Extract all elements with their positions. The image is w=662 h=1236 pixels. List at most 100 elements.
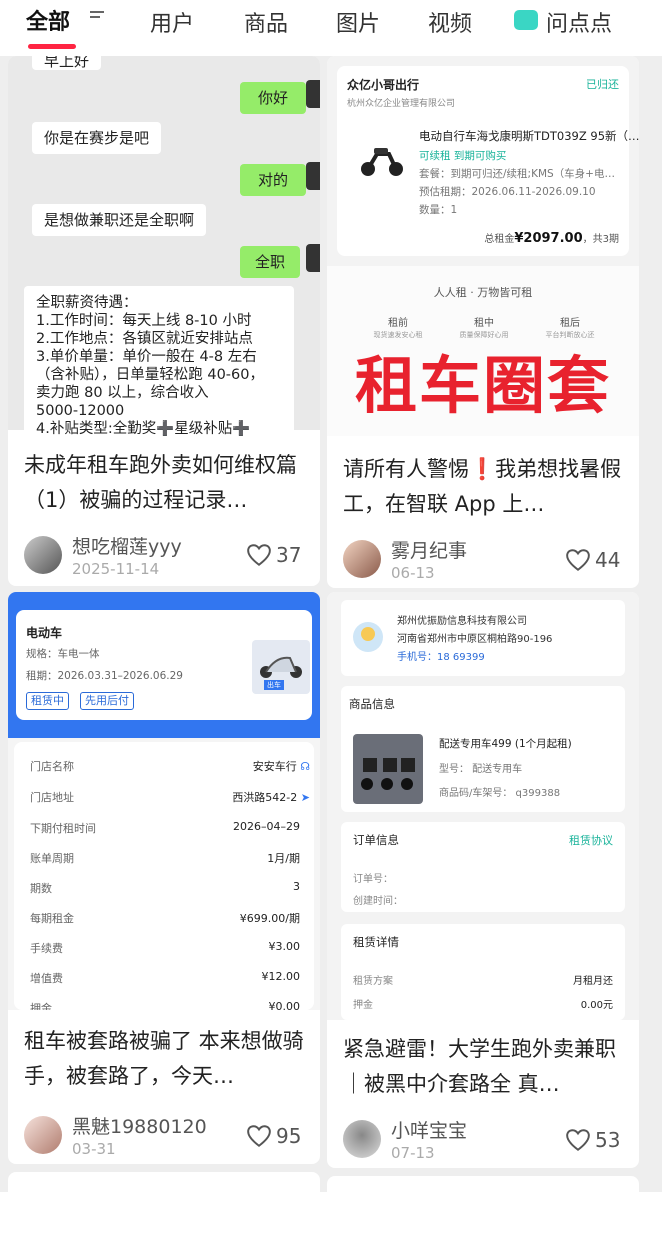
- avatar[interactable]: [24, 536, 62, 574]
- poster: 人人租 · 万物皆可租 租前 租中 租后 现货速发安心租 质量保障好心用 平台判…: [327, 266, 639, 436]
- row-value: 2026–04–29: [233, 820, 300, 833]
- bottom-blank: [0, 1192, 662, 1236]
- product-name: 电动自行车海戈康明斯TDT039Z 95新（…: [419, 129, 639, 143]
- merchant-address: 河南省郑州市中原区桐柏路90-196: [397, 634, 553, 645]
- e-bike-image: [361, 148, 403, 176]
- created-time-label: 创建时间：: [353, 896, 403, 907]
- scooter-image: 出车: [252, 640, 310, 694]
- heart-icon[interactable]: [565, 548, 591, 572]
- row-value: ¥3.00: [268, 940, 301, 953]
- tab-users[interactable]: 用户: [150, 6, 194, 38]
- note-title[interactable]: 请所有人警惕❗️我弟想找暑假工，在智联 App 上…: [343, 452, 625, 522]
- poster-step: 租后: [560, 318, 580, 329]
- row-label: 押金: [30, 1002, 52, 1010]
- note-title[interactable]: 租车被套路被骗了 本来想做骑手，被套路了，今天…: [24, 1024, 306, 1094]
- tab-images[interactable]: 图片: [336, 6, 380, 38]
- product-qty: 数量：1: [419, 204, 458, 216]
- avatar[interactable]: [24, 1116, 62, 1154]
- author-name[interactable]: 黑魅19880120: [72, 1112, 207, 1139]
- chat-bubble-left: 是想做兼职还是全职啊: [32, 204, 207, 236]
- status-tag: 先用后付: [80, 692, 134, 710]
- image-tag: 出车: [264, 680, 284, 690]
- goods-name: 配送专用车499 (1个月起租): [439, 738, 572, 750]
- item-name: 电动车: [26, 626, 63, 640]
- heart-icon[interactable]: [565, 1128, 591, 1152]
- agreement-link[interactable]: 租赁协议: [569, 832, 613, 848]
- merchant-phone[interactable]: 手机号：18 69399: [397, 648, 485, 663]
- heart-icon[interactable]: [246, 1124, 272, 1148]
- total-amount: ¥2097.00: [514, 231, 583, 246]
- post-date: 06-13: [391, 564, 435, 582]
- deposit-value: 0.00元: [580, 1000, 613, 1011]
- author-name[interactable]: 想吃榴莲yyy: [72, 532, 182, 559]
- row-value: ¥699.00/期: [239, 912, 300, 925]
- chat-avatar: [306, 162, 320, 190]
- note-title[interactable]: 紧急避雷！大学生跑外卖兼职｜被黑中介套路全 真…: [343, 1032, 625, 1102]
- tab-products[interactable]: 商品: [244, 6, 288, 38]
- order-total: 总租金¥2097.00，共3期: [484, 230, 619, 246]
- note-card-2[interactable]: 众亿小哥出行 杭州众亿企业管理有限公司 已归还 电动自行车海戈康明斯TDT039…: [327, 56, 639, 588]
- note-card-1[interactable]: 早上好 你好 你是在赛步是吧 对的 是想做兼职还是全职啊 全职 全职薪资待遇： …: [8, 56, 320, 586]
- row-value: 西洪路542-2 ➤: [232, 789, 310, 805]
- navigate-icon[interactable]: ➤: [301, 791, 310, 804]
- product-period: 预估租期：2026.06.11-2026.09.10: [419, 186, 596, 198]
- like-count: 44: [595, 548, 621, 572]
- row-label: 每期租金: [30, 912, 74, 925]
- status-tag: 租赁中: [26, 692, 69, 710]
- poster-step: 租前: [388, 318, 408, 329]
- chat-bubble-right: 全职: [240, 246, 300, 278]
- shop-company: 杭州众亿企业管理有限公司: [347, 99, 456, 109]
- filter-icon[interactable]: [90, 8, 104, 26]
- chat-bubble-left: 你是在赛步是吧: [32, 122, 162, 154]
- like-count: 37: [276, 543, 302, 567]
- row-label: 增值费: [30, 972, 63, 985]
- delivery-bikes-image: [353, 734, 423, 804]
- post-date: 2025-11-14: [72, 560, 160, 578]
- note-card-partial[interactable]: [327, 1176, 639, 1192]
- row-label: 账单周期: [30, 852, 74, 865]
- merchant-card: 郑州优振励信息科技有限公司 河南省郑州市中原区桐柏路90-196 手机号：18 …: [341, 600, 625, 676]
- lease-order-cover: 郑州优振励信息科技有限公司 河南省郑州市中原区桐柏路90-196 手机号：18 …: [327, 592, 639, 1020]
- row-value: 3: [293, 880, 300, 893]
- merchant-name: 郑州优振励信息科技有限公司: [397, 616, 527, 627]
- post-date: 07-13: [391, 1144, 435, 1162]
- row-value: ¥12.00: [261, 970, 301, 983]
- row-label: 门店名称: [30, 760, 74, 773]
- section-header: 订单信息: [353, 833, 399, 847]
- rental-bill-cover: 电动车 规格：车电一体 租期：2026.03.31–2026.06.29 租赁中…: [8, 592, 320, 1010]
- chat-avatar: [306, 80, 320, 108]
- note-card-3[interactable]: 电动车 规格：车电一体 租期：2026.03.31–2026.06.29 租赁中…: [8, 592, 320, 1164]
- ask-icon: [514, 10, 538, 30]
- order-no-label: 订单号：: [353, 874, 393, 885]
- heart-icon[interactable]: [246, 543, 272, 567]
- tab-all[interactable]: 全部: [26, 4, 70, 36]
- tab-ask[interactable]: 问点点: [546, 6, 612, 38]
- chat-bubble-right: 对的: [240, 164, 306, 196]
- order-status: 已归还: [586, 78, 619, 91]
- author-name[interactable]: 小咩宝宝: [391, 1116, 467, 1143]
- poster-headline: 租车圈套: [354, 349, 611, 422]
- author-name[interactable]: 雾月纪事: [391, 536, 467, 563]
- note-title[interactable]: 未成年租车跑外卖如何维权篇（1）被骗的过程记录…: [24, 448, 306, 518]
- shop-name: 众亿小哥出行: [347, 78, 420, 92]
- avatar[interactable]: [343, 540, 381, 578]
- row-value: 1月/期: [267, 852, 300, 865]
- avatar[interactable]: [343, 1120, 381, 1158]
- address-value: 西洪路542-2: [232, 791, 298, 804]
- poster-step-desc: 平台判断放心还: [545, 331, 595, 339]
- headset-icon[interactable]: ☊: [300, 760, 310, 773]
- row-label: 期数: [30, 882, 52, 895]
- lease-detail-card: 租赁详情 租赁方案 月租月还 押金 0.00元: [341, 924, 625, 1020]
- note-card-4[interactable]: 郑州优振励信息科技有限公司 河南省郑州市中原区桐柏路90-196 手机号：18 …: [327, 592, 639, 1168]
- chat-avatar: [306, 244, 320, 272]
- rental-item-card: 电动车 规格：车电一体 租期：2026.03.31–2026.06.29 租赁中…: [16, 610, 312, 720]
- plan-value: 月租月还: [573, 976, 613, 987]
- row-label: 手续费: [30, 942, 63, 955]
- section-header: 商品信息: [349, 697, 395, 711]
- goods-card: 商品信息 配送专用车499 (1个月起租) 型号： 配送专用车 商品码/车架号：…: [341, 686, 625, 812]
- shop-name-value: 安安车行: [252, 760, 297, 773]
- tab-videos[interactable]: 视频: [428, 6, 472, 38]
- top-tab-bar: 全部 用户 商品 图片 视频 问点点: [0, 0, 662, 56]
- chat-bubble-right: 你好: [240, 82, 306, 114]
- note-card-partial[interactable]: [8, 1172, 320, 1192]
